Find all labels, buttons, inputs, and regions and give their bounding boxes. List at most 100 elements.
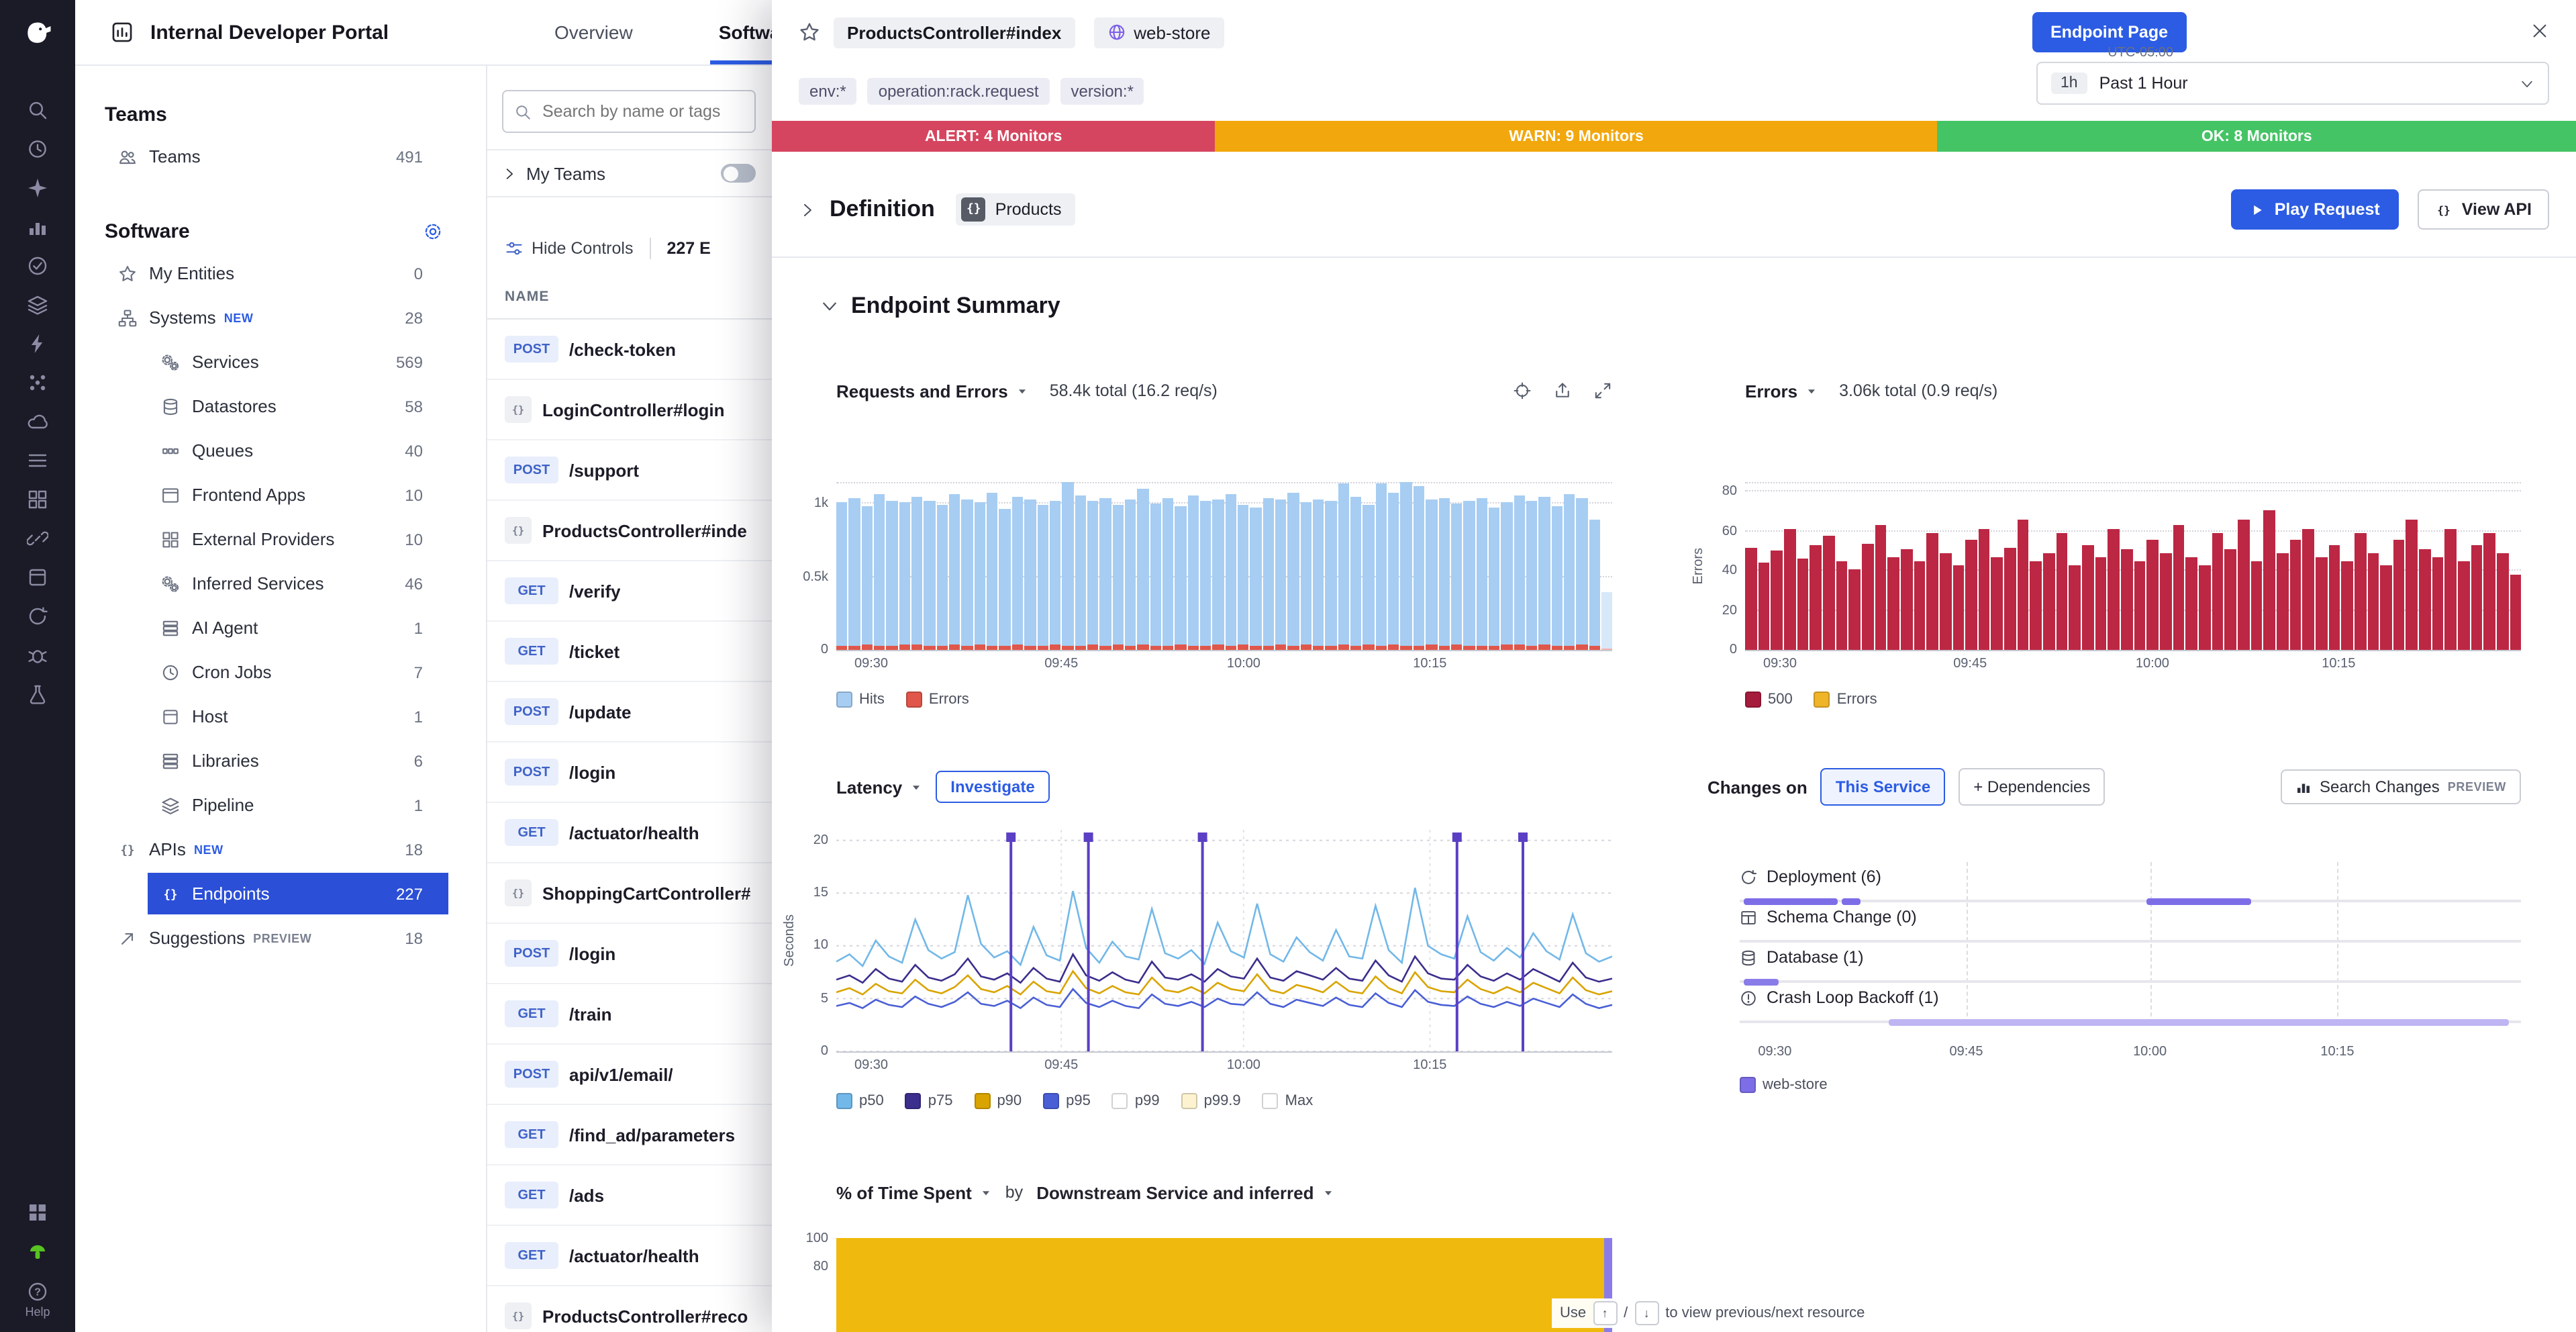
latency-dropdown[interactable]: Latency bbox=[836, 777, 922, 797]
rail-cluster-button[interactable] bbox=[17, 365, 58, 400]
scope-icon[interactable] bbox=[1513, 381, 1532, 400]
legend-item[interactable]: Errors bbox=[906, 692, 969, 708]
sidebar-item-inferred-services[interactable]: Inferred Services 46 bbox=[75, 561, 486, 606]
errors-plot[interactable]: Errors 020406080 bbox=[1745, 482, 2521, 651]
time-spent-dropdown[interactable]: % of Time Spent bbox=[836, 1182, 992, 1202]
rail-blocks-button[interactable] bbox=[17, 1195, 58, 1230]
sidebar-item-my-entities[interactable]: My Entities 0 bbox=[75, 251, 486, 295]
change-row-deployment-6[interactable]: Deployment (6) bbox=[1740, 867, 2521, 908]
endpoint-row[interactable]: POST /update bbox=[486, 682, 772, 743]
hide-controls-button[interactable]: Hide Controls bbox=[532, 239, 633, 258]
sidebar-item-datastores[interactable]: Datastores 58 bbox=[75, 384, 486, 428]
endpoint-row[interactable]: POST /check-token bbox=[486, 320, 772, 380]
time-spent-plot[interactable]: 10080 bbox=[836, 1229, 1612, 1332]
rail-flask-button[interactable] bbox=[17, 677, 58, 712]
errors-dropdown[interactable]: Errors bbox=[1745, 381, 1818, 401]
endpoint-row[interactable]: GET /verify bbox=[486, 561, 772, 622]
monitor-segment[interactable]: WARN: 9 Monitors bbox=[1215, 121, 1937, 152]
legend-item[interactable]: p75 bbox=[905, 1093, 953, 1109]
endpoint-row[interactable]: GET /find_ad/parameters bbox=[486, 1105, 772, 1166]
products-api-chip[interactable]: {} Products bbox=[956, 193, 1075, 226]
endpoint-row[interactable]: GET /ads bbox=[486, 1166, 772, 1226]
change-row-schema-change-0[interactable]: Schema Change (0) bbox=[1740, 908, 2521, 948]
endpoint-row[interactable]: LoginController#login bbox=[486, 380, 772, 440]
requests-errors-dropdown[interactable]: Requests and Errors bbox=[836, 381, 1028, 401]
endpoint-row[interactable]: POST api/v1/email/ bbox=[486, 1045, 772, 1105]
favorite-star-button[interactable] bbox=[799, 21, 820, 43]
legend-item[interactable]: Max bbox=[1262, 1093, 1314, 1109]
tag-chip[interactable]: env:* bbox=[799, 78, 857, 105]
play-request-button[interactable]: Play Request bbox=[2232, 189, 2399, 230]
change-row-database-1[interactable]: Database (1) bbox=[1740, 948, 2521, 988]
sidebar-item-endpoints[interactable]: Endpoints 227 bbox=[75, 871, 486, 916]
my-teams-toggle[interactable] bbox=[721, 164, 756, 183]
rail-list-button[interactable] bbox=[17, 443, 58, 478]
tag-chip[interactable]: operation:rack.request bbox=[868, 78, 1050, 105]
tab-overview[interactable]: Overview bbox=[554, 0, 633, 64]
service-chip[interactable]: web-store bbox=[1093, 17, 1224, 48]
rail-cloud-button[interactable] bbox=[17, 404, 58, 439]
rail-link-button[interactable] bbox=[17, 521, 58, 556]
change-row-crash-loop-backoff-1[interactable]: Crash Loop Backoff (1) bbox=[1740, 988, 2521, 1029]
sidebar-item-host[interactable]: Host 1 bbox=[75, 694, 486, 739]
rail-clock-button[interactable] bbox=[17, 132, 58, 166]
definition-expander[interactable] bbox=[799, 201, 816, 218]
rail-spark-button[interactable] bbox=[17, 171, 58, 205]
sidebar-item-cron-jobs[interactable]: Cron Jobs 7 bbox=[75, 650, 486, 694]
legend-item[interactable]: 500 bbox=[1745, 692, 1793, 708]
tag-chip[interactable]: version:* bbox=[1060, 78, 1144, 105]
legend-item[interactable]: Errors bbox=[1814, 692, 1877, 708]
legend-item[interactable]: Hits bbox=[836, 692, 885, 708]
view-api-button[interactable]: View API bbox=[2418, 189, 2549, 230]
sidebar-item-queues[interactable]: Queues 40 bbox=[75, 428, 486, 473]
sidebar-item-ai-agent[interactable]: AI Agent 1 bbox=[75, 606, 486, 650]
group-by-dropdown[interactable]: Downstream Service and inferred bbox=[1036, 1182, 1334, 1202]
sidebar-item-pipeline[interactable]: Pipeline 1 bbox=[75, 783, 486, 827]
rail-grid-button[interactable] bbox=[17, 482, 58, 517]
legend-item[interactable]: p99 bbox=[1112, 1093, 1160, 1109]
endpoint-row[interactable]: POST /login bbox=[486, 743, 772, 803]
endpoint-row[interactable]: GET /actuator/health bbox=[486, 1226, 772, 1286]
rail-bolt-button[interactable] bbox=[17, 326, 58, 361]
summary-expander[interactable] bbox=[820, 297, 839, 316]
rail-refresh-button[interactable] bbox=[17, 599, 58, 634]
help-button[interactable]: Help bbox=[25, 1281, 50, 1319]
sidebar-item-frontend-apps[interactable]: Frontend Apps 10 bbox=[75, 473, 486, 517]
endpoint-row[interactable]: POST /login bbox=[486, 924, 772, 984]
sidebar-item-apis[interactable]: APIs NEW 18 bbox=[75, 827, 486, 871]
endpoint-row[interactable]: ProductsController#inde bbox=[486, 501, 772, 561]
endpoint-row[interactable]: GET /train bbox=[486, 984, 772, 1045]
legend-item[interactable]: p95 bbox=[1043, 1093, 1091, 1109]
this-service-toggle[interactable]: This Service bbox=[1821, 768, 1945, 806]
endpoint-row[interactable]: ProductsController#reco bbox=[486, 1286, 772, 1332]
requests-plot[interactable]: 00.5k1k bbox=[836, 482, 1612, 651]
time-range-picker[interactable]: 1h Past 1 Hour bbox=[2036, 62, 2549, 105]
endpoint-row[interactable]: GET /actuator/health bbox=[486, 803, 772, 863]
investigate-button[interactable]: Investigate bbox=[936, 771, 1049, 803]
rail-bars-button[interactable] bbox=[17, 209, 58, 244]
sidebar-item-external-providers[interactable]: External Providers 10 bbox=[75, 517, 486, 561]
legend-item[interactable]: web-store bbox=[1740, 1077, 1828, 1093]
sidebar-item-suggestions[interactable]: Suggestions PREVIEW 18 bbox=[75, 916, 486, 960]
monitor-segment[interactable]: OK: 8 Monitors bbox=[1938, 121, 2576, 152]
rail-plant-button[interactable] bbox=[17, 1234, 58, 1269]
legend-item[interactable]: p50 bbox=[836, 1093, 884, 1109]
legend-item[interactable]: p99.9 bbox=[1181, 1093, 1241, 1109]
sidebar-item-teams[interactable]: Teams 491 bbox=[75, 134, 486, 179]
export-icon[interactable] bbox=[1553, 381, 1572, 400]
search-changes-button[interactable]: Search Changes PREVIEW bbox=[2281, 769, 2521, 804]
sidebar-item-services[interactable]: Services 569 bbox=[75, 340, 486, 384]
endpoint-row[interactable]: POST /support bbox=[486, 440, 772, 501]
sidebar-item-libraries[interactable]: Libraries 6 bbox=[75, 739, 486, 783]
fullscreen-icon[interactable] bbox=[1593, 381, 1612, 400]
datadog-logo[interactable] bbox=[21, 16, 54, 48]
rail-search-button[interactable] bbox=[17, 93, 58, 128]
my-teams-row[interactable]: My Teams bbox=[486, 149, 772, 197]
rail-box-button[interactable] bbox=[17, 560, 58, 595]
rail-bug-button[interactable] bbox=[17, 638, 58, 673]
legend-item[interactable]: p90 bbox=[974, 1093, 1022, 1109]
endpoint-row[interactable]: GET /ticket bbox=[486, 622, 772, 682]
rail-layers-button[interactable] bbox=[17, 287, 58, 322]
close-button[interactable] bbox=[2530, 21, 2549, 40]
name-column-header[interactable]: NAME bbox=[486, 275, 772, 320]
